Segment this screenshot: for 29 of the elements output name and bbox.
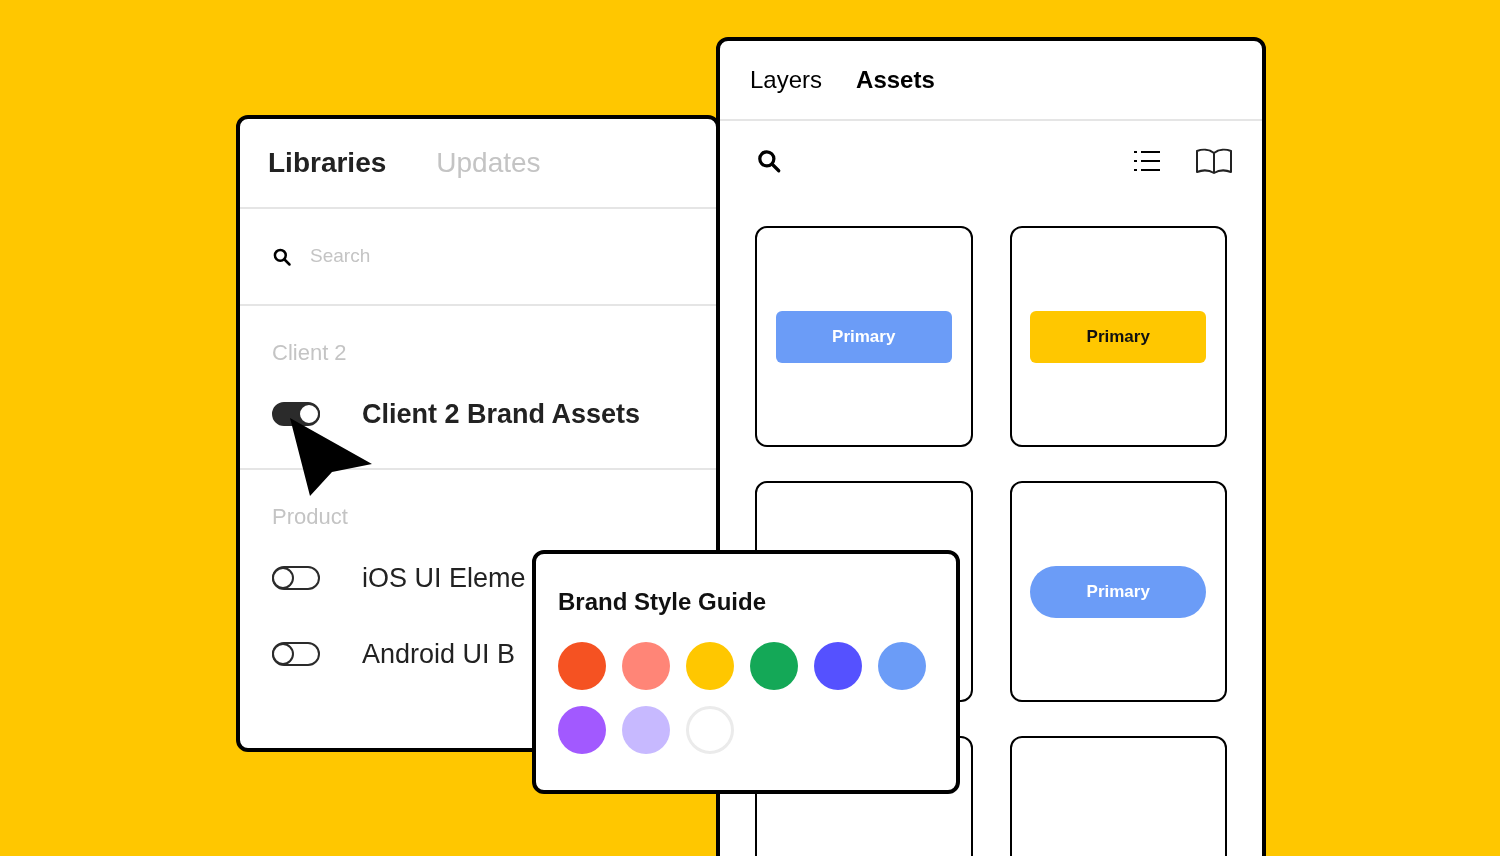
color-swatch[interactable] xyxy=(622,642,670,690)
group-heading: Product xyxy=(272,503,349,531)
search-field[interactable]: Search xyxy=(310,242,684,271)
toggle-switch[interactable] xyxy=(272,402,320,426)
search-icon[interactable] xyxy=(756,148,782,174)
list-icon[interactable] xyxy=(1134,149,1160,173)
library-name: Android UI B xyxy=(362,637,516,671)
color-swatch[interactable] xyxy=(622,706,670,754)
library-name: Client 2 Brand Assets xyxy=(362,397,641,431)
color-swatch[interactable] xyxy=(750,642,798,690)
toggle-switch[interactable] xyxy=(272,642,320,666)
asset-card[interactable]: Primary xyxy=(1009,226,1227,447)
button-preview: Primary xyxy=(1030,565,1207,618)
style-guide-title: Brand Style Guide xyxy=(558,587,768,617)
toggle-switch[interactable] xyxy=(272,566,320,590)
color-swatch[interactable] xyxy=(558,706,606,754)
color-swatch[interactable] xyxy=(814,642,862,690)
library-name: iOS UI Eleme xyxy=(362,561,526,595)
button-preview: Primary xyxy=(775,310,952,363)
color-swatch[interactable] xyxy=(878,642,926,690)
panel-tab[interactable]: Layers xyxy=(750,62,823,98)
book-icon[interactable] xyxy=(1196,148,1232,174)
color-swatch[interactable] xyxy=(558,642,606,690)
group-heading: Client 2 xyxy=(272,339,348,367)
button-preview: Primary xyxy=(1030,310,1207,363)
color-swatch[interactable] xyxy=(686,642,734,690)
search-icon[interactable] xyxy=(272,246,292,267)
panel-tab[interactable]: Libraries xyxy=(268,142,387,184)
panel-tab[interactable]: Assets xyxy=(856,62,935,98)
